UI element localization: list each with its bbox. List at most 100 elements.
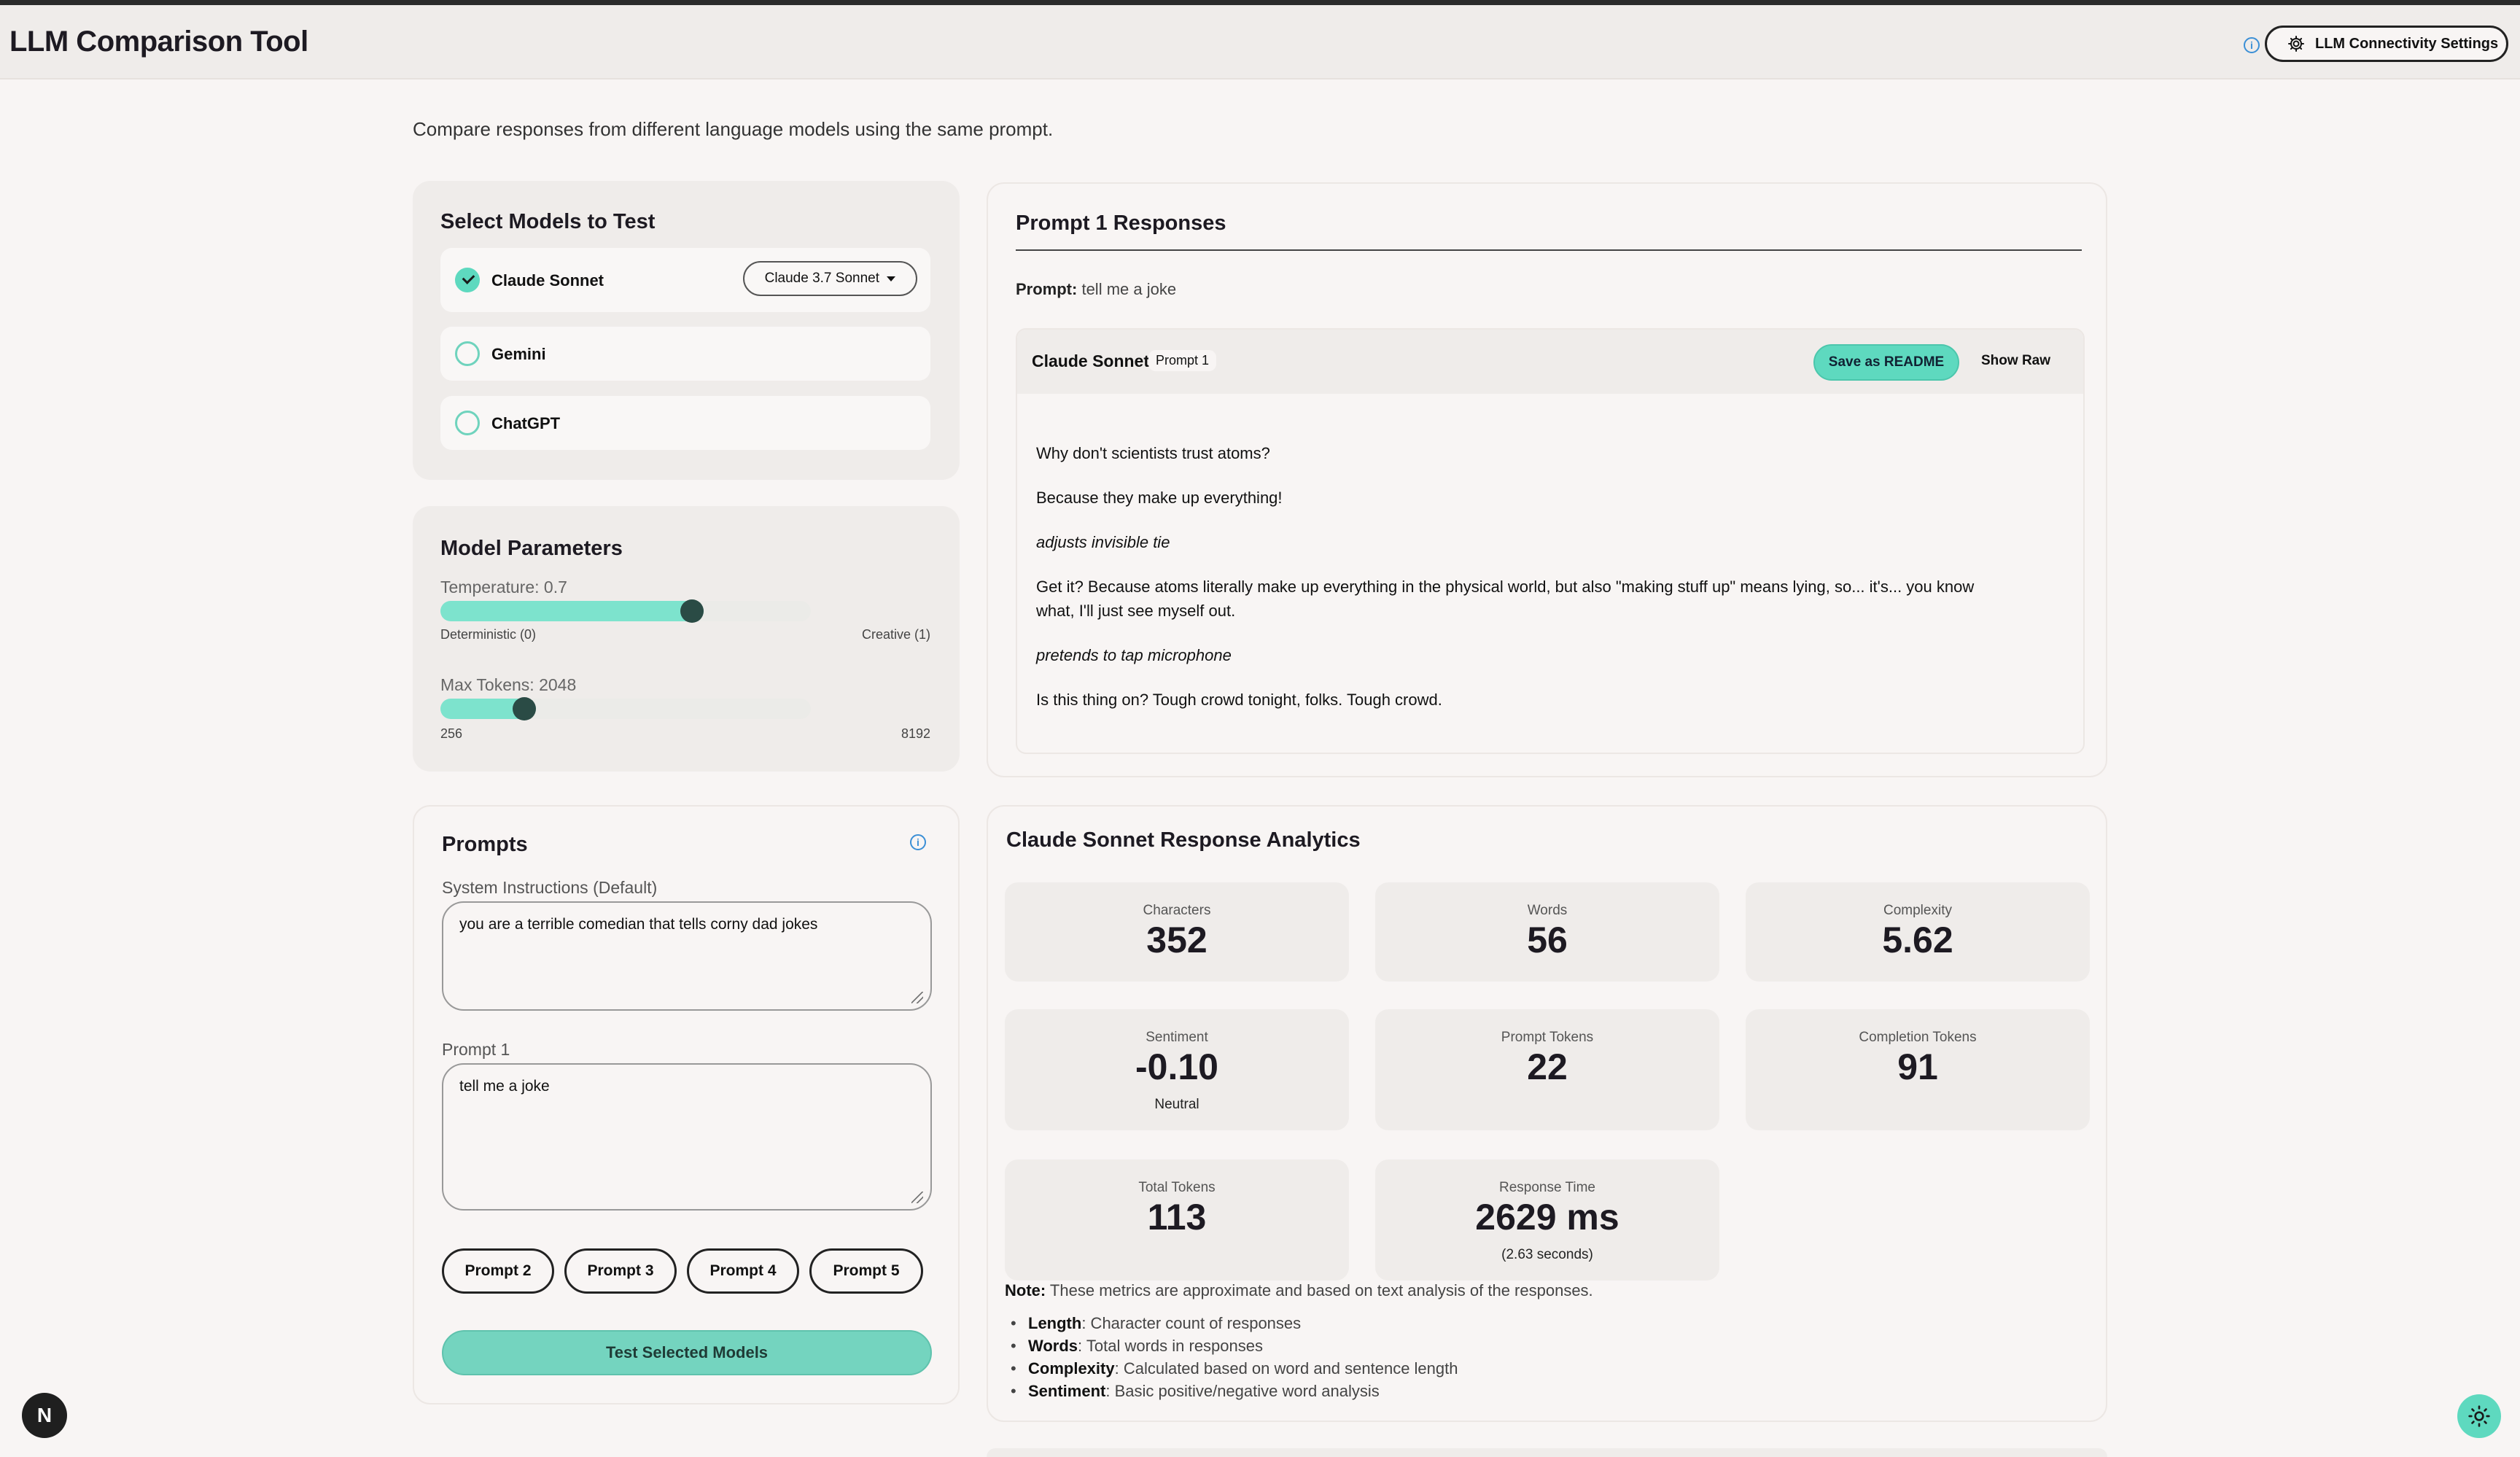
bullet-desc: : Character count of responses [1081, 1314, 1302, 1332]
prompt1-input[interactable]: tell me a joke [442, 1063, 932, 1211]
model-label-chatgpt: ChatGPT [491, 414, 561, 432]
save-as-readme-button[interactable]: Save as README [1813, 344, 1959, 381]
metric-label: Characters [1143, 903, 1211, 918]
metric-label: Completion Tokens [1859, 1030, 1977, 1045]
response-line: Is this thing on? Tough crowd tonight, f… [1036, 691, 1442, 709]
prompt4-button[interactable]: Prompt 4 [687, 1248, 799, 1294]
gemini-checkbox[interactable] [455, 341, 480, 366]
metric-label: Total Tokens [1138, 1180, 1216, 1195]
metric-sub: (2.63 seconds) [1501, 1247, 1593, 1262]
system-instructions-label: System Instructions (Default) [442, 878, 658, 897]
model-parameters-card: Model Parameters Temperature: 0.7 Determ… [413, 506, 960, 772]
temperature-label: Temperature: 0.7 [440, 578, 567, 597]
model-parameters-title: Model Parameters [440, 537, 623, 560]
info-icon[interactable]: i [2244, 37, 2260, 53]
resize-grip-icon[interactable] [911, 992, 923, 1003]
response-model-name: Claude Sonnet [1032, 351, 1150, 370]
metric-value: 5.62 [1882, 920, 1953, 960]
model-version-label: Claude 3.7 Sonnet [764, 271, 879, 286]
next-card-edge [987, 1448, 2107, 1457]
max-tokens-label: Max Tokens: 2048 [440, 675, 577, 694]
show-raw-button[interactable]: Show Raw [1981, 353, 2050, 369]
app-header: LLM Comparison Tool i LLM Connectivity S… [0, 5, 2520, 79]
metric-response-time: Response Time 2629 ms (2.63 seconds) [1375, 1159, 1719, 1281]
metric-label: Sentiment [1146, 1030, 1208, 1045]
prompt3-button[interactable]: Prompt 3 [564, 1248, 677, 1294]
metric-total-tokens: Total Tokens 113 [1005, 1159, 1349, 1281]
dev-badge[interactable]: N [22, 1393, 67, 1438]
bullet-term: Complexity [1028, 1359, 1115, 1378]
response-panel: Claude Sonnet Prompt 1 Save as README Sh… [1016, 328, 2085, 754]
response-prompt-tag: Prompt 1 [1148, 350, 1217, 371]
metric-value: 2629 ms [1475, 1197, 1619, 1238]
model-label-claude: Claude Sonnet [491, 271, 604, 290]
system-instructions-value: you are a terrible comedian that tells c… [459, 916, 818, 933]
temperature-max-label: Creative (1) [861, 627, 930, 642]
metric-value: 56 [1527, 920, 1568, 960]
metric-value: 91 [1897, 1046, 1938, 1087]
analytics-title: Claude Sonnet Response Analytics [1006, 828, 1361, 852]
gear-icon [2288, 36, 2304, 52]
response-line: Because they make up everything! [1036, 489, 1283, 507]
temperature-slider[interactable] [440, 599, 811, 623]
bullet-desc: : Calculated based on word and sentence … [1114, 1359, 1458, 1378]
metric-label: Words [1527, 903, 1568, 918]
responses-title: Prompt 1 Responses [1016, 211, 1226, 235]
metric-label: Response Time [1498, 1180, 1595, 1195]
page-subtitle: Compare responses from different languag… [413, 118, 1054, 140]
connectivity-settings-label: LLM Connectivity Settings [2315, 35, 2499, 52]
model-row-chatgpt[interactable]: ChatGPT [440, 396, 930, 450]
prompt2-button[interactable]: Prompt 2 [442, 1248, 554, 1294]
prompt5-button[interactable]: Prompt 5 [809, 1248, 923, 1294]
model-version-dropdown[interactable]: Claude 3.7 Sonnet [742, 261, 917, 296]
responses-divider [1016, 249, 2082, 251]
temperature-slider-thumb[interactable] [680, 599, 704, 623]
bullet-term: Sentiment [1028, 1382, 1106, 1400]
model-row-gemini[interactable]: Gemini [440, 327, 930, 381]
select-models-title: Select Models to Test [440, 210, 656, 233]
responses-card: Prompt 1 Responses Prompt: tell me a jok… [987, 182, 2107, 777]
response-line: what, I'll just see myself out. [1036, 602, 1236, 620]
metric-complexity: Complexity 5.62 [1746, 882, 2090, 982]
prompts-title: Prompts [442, 833, 528, 856]
check-icon [462, 271, 475, 284]
model-label-gemini: Gemini [491, 345, 546, 363]
prompt1-label: Prompt 1 [442, 1040, 510, 1059]
claude-checkbox[interactable] [455, 268, 480, 292]
connectivity-settings-button[interactable]: LLM Connectivity Settings [2265, 26, 2508, 62]
theme-toggle-button[interactable] [2457, 1394, 2501, 1438]
response-line: Why don't scientists trust atoms? [1036, 444, 1270, 462]
metric-value: 113 [1147, 1197, 1207, 1238]
metric-sub: Neutral [1154, 1097, 1199, 1112]
test-selected-models-button[interactable]: Test Selected Models [442, 1330, 932, 1375]
bullet-desc: : Total words in responses [1078, 1337, 1263, 1355]
sun-icon [2468, 1405, 2490, 1427]
prompts-card: Prompts i System Instructions (Default) … [413, 805, 960, 1404]
max-tokens-slider-thumb[interactable] [512, 697, 536, 720]
responses-prompt-text: tell me a joke [1081, 280, 1177, 298]
metric-value: -0.10 [1135, 1046, 1218, 1087]
max-tokens-max-label: 8192 [901, 726, 930, 741]
metric-words: Words 56 [1375, 882, 1719, 982]
responses-prompt-prefix: Prompt: [1016, 280, 1078, 298]
system-instructions-input[interactable]: you are a terrible comedian that tells c… [442, 901, 932, 1011]
response-line: adjusts invisible tie [1036, 533, 1170, 551]
bullet-term: Length [1028, 1314, 1082, 1332]
top-strip [0, 0, 2520, 5]
temperature-min-label: Deterministic (0) [440, 627, 537, 642]
metric-label: Prompt Tokens [1501, 1030, 1594, 1045]
prompt1-value: tell me a joke [459, 1078, 550, 1095]
model-row-claude[interactable]: Claude Sonnet Claude 3.7 Sonnet [440, 248, 930, 312]
metrics-note-text: These metrics are approximate and based … [1046, 1281, 1593, 1299]
resize-grip-icon[interactable] [911, 1192, 923, 1203]
chatgpt-checkbox[interactable] [455, 411, 480, 435]
chevron-down-icon [887, 276, 895, 281]
response-line: pretends to tap microphone [1036, 646, 1232, 664]
max-tokens-min-label: 256 [440, 726, 463, 741]
metric-value: 352 [1146, 920, 1208, 960]
metrics-bullet: Words: Total words in responses [1011, 1337, 1263, 1356]
max-tokens-slider[interactable] [440, 697, 811, 720]
prompts-info-icon[interactable]: i [910, 834, 926, 850]
metrics-note: Note: These metrics are approximate and … [1005, 1281, 1593, 1300]
select-models-card: Select Models to Test Claude Sonnet Clau… [413, 181, 960, 480]
